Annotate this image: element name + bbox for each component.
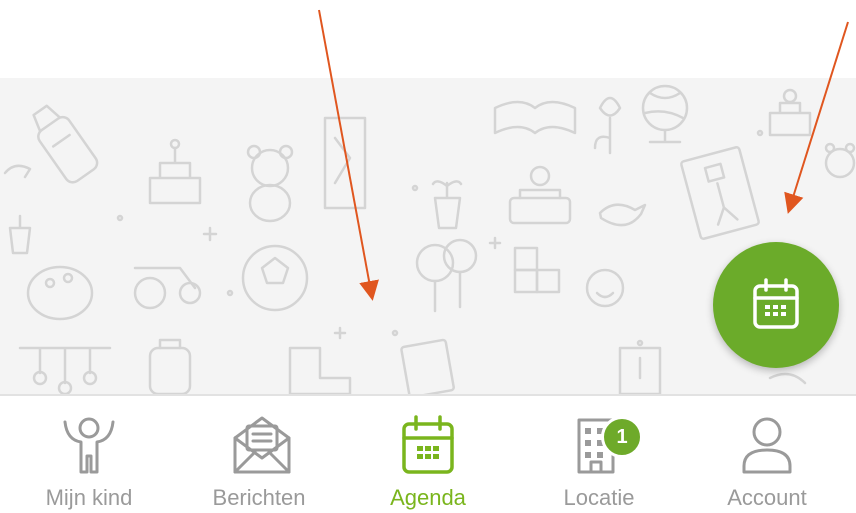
nav-label-agenda: Agenda [390,485,466,510]
bottom-navigation: Mijn kind Berichten Agenda 1 Locatie Acc… [0,396,856,513]
nav-label-locatie: Locatie [563,485,635,510]
nav-label-berichten: Berichten [212,485,306,510]
calendar-icon [753,278,799,329]
envelope-icon [233,416,291,474]
nav-item-account[interactable]: Account [692,396,842,513]
nav-item-mijn-kind[interactable]: Mijn kind [14,396,164,513]
nav-item-berichten[interactable]: Berichten [184,396,334,513]
nav-item-agenda[interactable]: Agenda [353,396,503,513]
child-icon [63,417,115,474]
nav-item-locatie[interactable]: 1 Locatie [524,396,674,513]
nav-label-mijn-kind: Mijn kind [45,485,133,510]
notification-badge: 1 [601,416,643,458]
doodle-background [0,78,856,394]
nav-label-account: Account [727,485,807,510]
agenda-fab-button[interactable] [713,242,839,368]
calendar-icon [402,415,454,474]
top-area [0,0,856,78]
doodle-pattern-illustration [3,84,856,394]
person-icon [742,417,792,474]
